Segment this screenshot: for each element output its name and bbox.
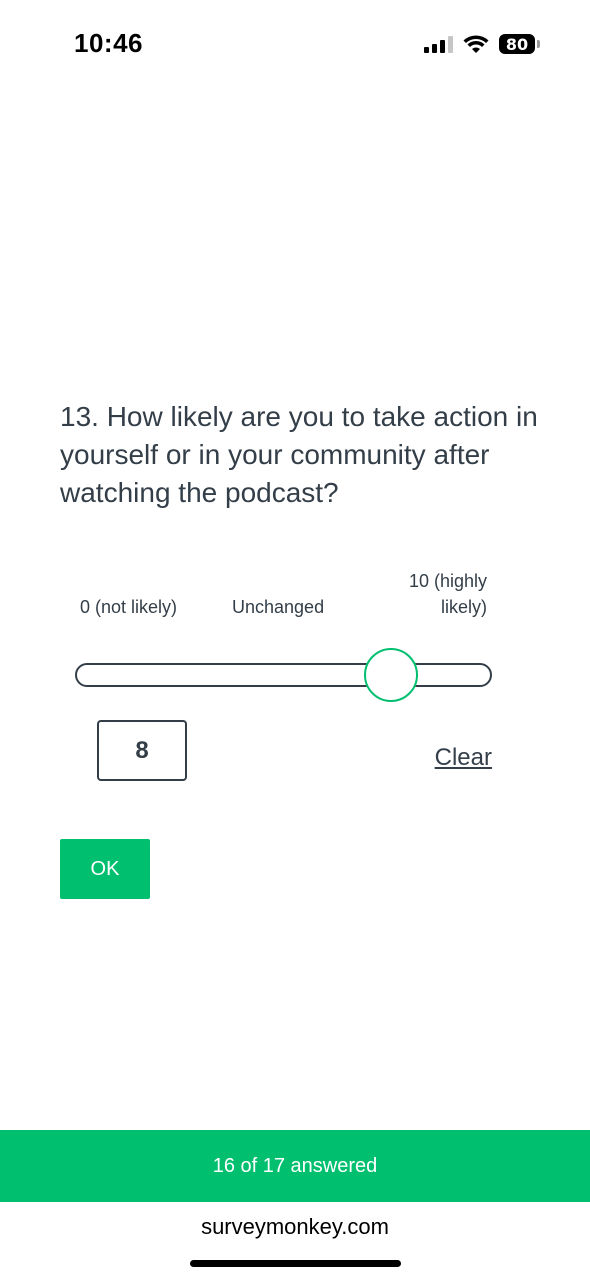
progress-text: 16 of 17 answered: [212, 1154, 378, 1177]
slider-mid-label: Unchanged: [232, 597, 325, 617]
slider-max-label: 10 (highly likely): [408, 571, 487, 617]
question-text: 13. How likely are you to take action in…: [60, 401, 538, 508]
progress-bar: 16 of 17 answered: [0, 1130, 590, 1202]
battery-level: 80: [499, 34, 535, 54]
rating-slider-thumb[interactable]: [363, 648, 418, 702]
survey-screen: 10:46 80 13. How likely are you to take …: [0, 0, 590, 1280]
wifi-icon: [463, 35, 489, 53]
status-icons: 80: [424, 32, 540, 56]
home-indicator[interactable]: [190, 1260, 401, 1267]
clear-link[interactable]: Clear: [435, 744, 492, 772]
url-domain[interactable]: surveymonkey.com: [0, 1214, 590, 1240]
cellular-signal-icon: [424, 35, 453, 53]
battery-icon: 80: [499, 34, 540, 54]
status-time: 10:46: [74, 28, 143, 58]
rating-slider-track[interactable]: [75, 648, 492, 702]
ok-button[interactable]: OK: [60, 839, 150, 899]
slider-min-label: 0 (not likely): [80, 597, 178, 617]
rating-value-input[interactable]: [97, 720, 187, 781]
